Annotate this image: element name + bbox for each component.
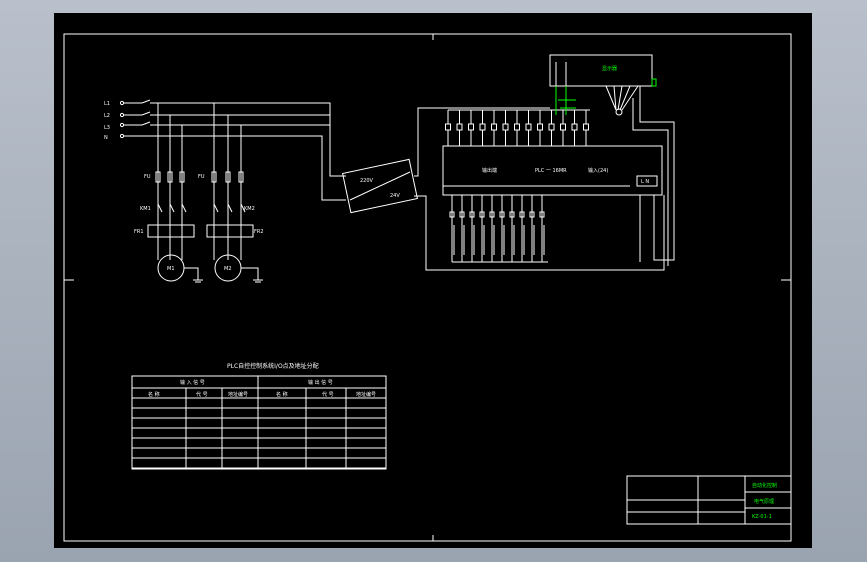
svg-text:输出端: 输出端 bbox=[482, 167, 497, 174]
svg-text:KM1: KM1 bbox=[140, 206, 151, 212]
svg-text:KM2: KM2 bbox=[244, 206, 255, 212]
svg-text:显示器: 显示器 bbox=[602, 66, 617, 72]
svg-text:名 称: 名 称 bbox=[148, 391, 160, 398]
motor-branch-1: FU KM1 FR1 M1 bbox=[134, 103, 203, 283]
svg-text:名 称: 名 称 bbox=[276, 391, 288, 398]
table-title: PLC自控控制系统I/O点及地址分配 bbox=[227, 362, 319, 370]
power-supply: 220V 24V bbox=[341, 107, 665, 271]
line-label-l1: L1 bbox=[104, 101, 110, 107]
svg-text:地址编号: 地址编号 bbox=[228, 391, 248, 398]
svg-text:L N: L N bbox=[641, 179, 649, 185]
svg-text:KZ-01-1: KZ-01-1 bbox=[752, 514, 772, 520]
line-label-l2: L2 bbox=[104, 113, 110, 119]
line-label-n: N bbox=[104, 135, 108, 141]
drawing-border bbox=[63, 33, 792, 542]
plc-block: 输出端 PLC 一 16MR 输入(24) L N bbox=[442, 145, 663, 196]
svg-text:FU: FU bbox=[198, 174, 205, 180]
svg-text:24V: 24V bbox=[390, 193, 400, 199]
svg-text:电气原理: 电气原理 bbox=[754, 498, 774, 505]
svg-text:M1: M1 bbox=[167, 266, 175, 272]
io-table: PLC自控控制系统I/O点及地址分配 输 入 信 号 输 出 信 号 名 称 代… bbox=[131, 362, 387, 470]
svg-text:FR2: FR2 bbox=[254, 229, 264, 235]
svg-text:自动化控制: 自动化控制 bbox=[752, 482, 777, 489]
svg-text:代 号: 代 号 bbox=[322, 391, 334, 398]
power-bus: L1 L2 L3 N bbox=[104, 99, 346, 201]
electrical-schematic: L1 L2 L3 N FU KM1 FR1 M1 FU KM2 FR2 M2 2… bbox=[63, 33, 792, 542]
svg-text:220V: 220V bbox=[360, 178, 374, 184]
svg-text:FU: FU bbox=[144, 174, 151, 180]
input-header: 输 入 信 号 bbox=[180, 379, 205, 386]
display-unit: 显示器 bbox=[549, 54, 675, 266]
svg-text:地址编号: 地址编号 bbox=[356, 391, 376, 398]
svg-text:FR1: FR1 bbox=[134, 229, 144, 235]
svg-text:代 号: 代 号 bbox=[196, 391, 208, 398]
title-block: 自动化控制 电气原理 KZ-01-1 bbox=[626, 475, 792, 525]
svg-text:输入(24): 输入(24) bbox=[588, 167, 608, 174]
svg-text:M2: M2 bbox=[224, 266, 232, 272]
svg-text:PLC 一 16MR: PLC 一 16MR bbox=[535, 168, 567, 174]
output-header: 输 出 信 号 bbox=[308, 379, 333, 386]
motor-branch-2: FU KM2 FR2 M2 bbox=[198, 103, 264, 283]
line-label-l3: L3 bbox=[104, 125, 110, 131]
